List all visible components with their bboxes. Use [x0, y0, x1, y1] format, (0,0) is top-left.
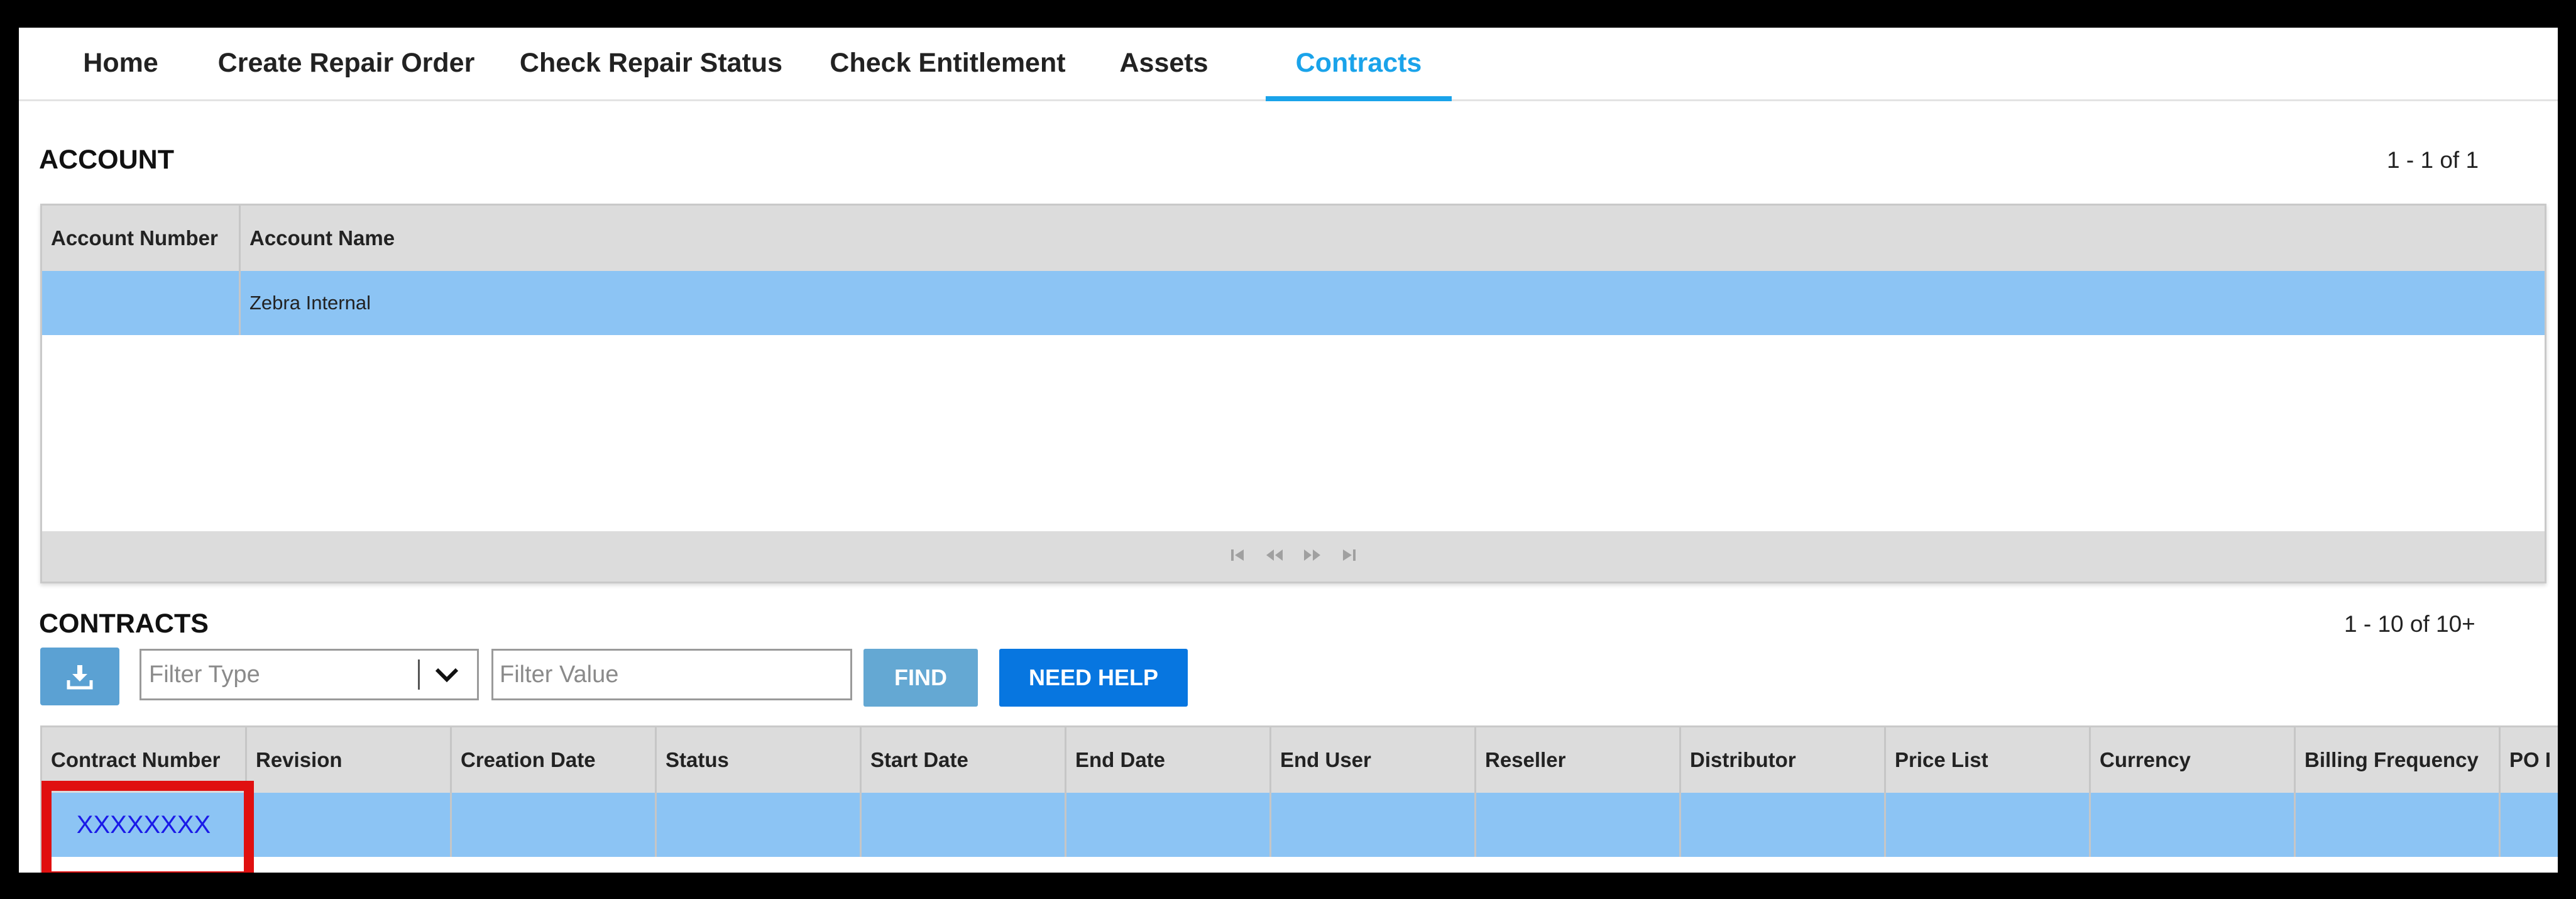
creation-date-cell — [452, 793, 657, 857]
column-header-reseller[interactable]: Reseller — [1476, 727, 1681, 793]
tab-home[interactable]: Home — [60, 36, 181, 99]
column-header-distributor[interactable]: Distributor — [1681, 727, 1886, 793]
tab-check-entitlement[interactable]: Check Entitlement — [812, 36, 1083, 99]
table-row[interactable]: Zebra Internal — [42, 271, 2545, 335]
column-header-revision[interactable]: Revision — [247, 727, 452, 793]
first-page-icon[interactable] — [1230, 546, 1246, 566]
download-icon — [67, 665, 93, 690]
filter-type-divider — [418, 659, 420, 690]
prev-page-icon[interactable] — [1265, 546, 1284, 566]
column-header-price-list[interactable]: Price List — [1886, 727, 2091, 793]
column-header-po[interactable]: PO I — [2501, 727, 2558, 793]
download-button[interactable] — [40, 648, 119, 705]
revision-cell — [247, 793, 452, 857]
next-page-icon[interactable] — [1303, 546, 1322, 566]
app-frame: Home Create Repair Order Check Repair St… — [19, 28, 2558, 873]
column-header-end-date[interactable]: End Date — [1066, 727, 1271, 793]
tab-assets[interactable]: Assets — [1107, 36, 1220, 99]
end-date-cell — [1066, 793, 1271, 857]
contracts-grid-header: Contract Number Revision Creation Date S… — [42, 727, 2558, 795]
filter-type-select[interactable]: Filter Type — [140, 649, 479, 700]
account-grid-pagination — [42, 531, 2545, 582]
billing-frequency-cell — [2296, 793, 2501, 857]
column-header-end-user[interactable]: End User — [1271, 727, 1476, 793]
column-header-start-date[interactable]: Start Date — [862, 727, 1066, 793]
price-list-cell — [1886, 793, 2091, 857]
start-date-cell — [862, 793, 1066, 857]
contracts-grid: Contract Number Revision Creation Date S… — [40, 725, 2558, 873]
account-number-cell — [42, 271, 241, 335]
account-section-title: ACCOUNT — [39, 145, 174, 175]
account-name-cell: Zebra Internal — [249, 292, 371, 314]
need-help-button[interactable]: NEED HELP — [999, 649, 1188, 707]
tab-check-repair-status[interactable]: Check Repair Status — [513, 36, 789, 99]
account-grid-header: Account Number Account Name — [42, 206, 2545, 273]
end-user-cell — [1271, 793, 1476, 857]
tab-contracts[interactable]: Contracts — [1266, 36, 1452, 101]
account-pager-count: 1 - 1 of 1 — [2387, 147, 2479, 173]
reseller-cell — [1476, 793, 1681, 857]
column-header-status[interactable]: Status — [657, 727, 862, 793]
contracts-section-title: CONTRACTS — [39, 609, 209, 639]
column-header-account-name[interactable]: Account Name — [241, 206, 2545, 271]
account-grid: Account Number Account Name Zebra Intern… — [40, 204, 2546, 583]
filter-value-input[interactable] — [491, 649, 852, 700]
last-page-icon[interactable] — [1340, 546, 1357, 566]
tab-create-repair-order[interactable]: Create Repair Order — [205, 36, 488, 99]
find-button[interactable]: FIND — [863, 649, 978, 707]
contract-number-link[interactable]: XXXXXXXX — [42, 793, 247, 857]
column-header-creation-date[interactable]: Creation Date — [452, 727, 657, 793]
status-cell — [657, 793, 862, 857]
column-header-billing-frequency[interactable]: Billing Frequency — [2296, 727, 2501, 793]
table-row[interactable]: XXXXXXXX — [42, 793, 2558, 857]
po-cell — [2501, 793, 2558, 857]
currency-cell — [2091, 793, 2296, 857]
distributor-cell — [1681, 793, 1886, 857]
column-header-contract-number[interactable]: Contract Number — [42, 727, 247, 793]
chevron-down-icon — [435, 668, 459, 683]
contracts-pager-count: 1 - 10 of 10+ — [2344, 611, 2475, 637]
column-header-currency[interactable]: Currency — [2091, 727, 2296, 793]
main-nav: Home Create Repair Order Check Repair St… — [19, 36, 2558, 101]
filter-type-placeholder: Filter Type — [149, 661, 260, 688]
column-header-account-number[interactable]: Account Number — [42, 206, 241, 271]
